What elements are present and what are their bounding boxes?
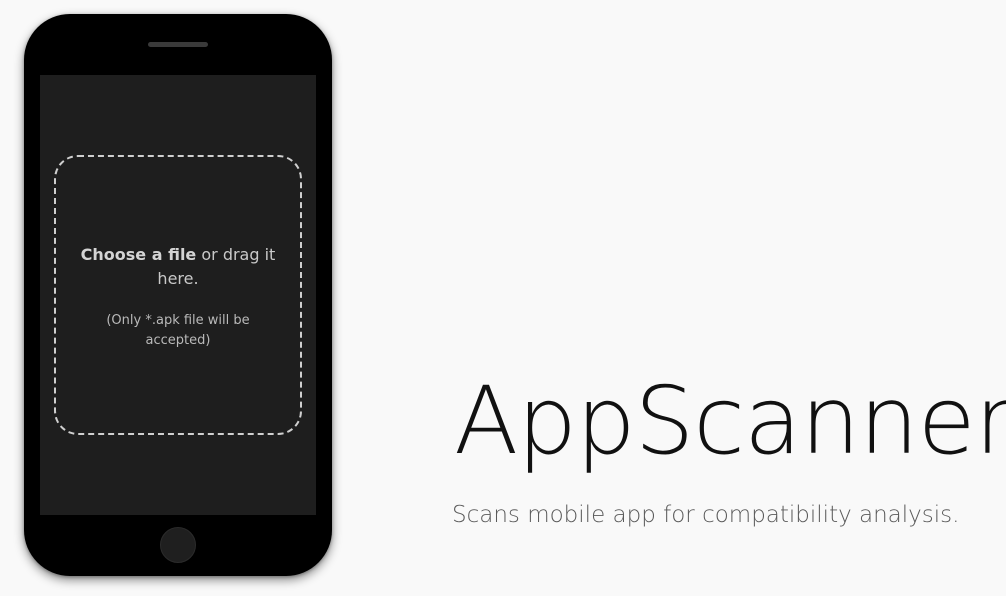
app-title: AppScanner: [454, 367, 1006, 476]
phone-mockup: Choose a file or drag it here. (Only *.a…: [24, 14, 332, 576]
accepted-file-note: (Only *.apk file will be accepted): [106, 313, 250, 348]
file-dropzone[interactable]: Choose a file or drag it here. (Only *.a…: [54, 155, 302, 435]
app-subtitle: Scans mobile app for compatibility analy…: [452, 502, 960, 528]
dropzone-instruction: Choose a file or drag it here.: [70, 243, 286, 291]
phone-screen: Choose a file or drag it here. (Only *.a…: [40, 75, 316, 515]
phone-speaker: [148, 42, 208, 47]
landing-page: Choose a file or drag it here. (Only *.a…: [0, 0, 1006, 596]
home-button-icon[interactable]: [160, 527, 196, 563]
choose-file-link[interactable]: Choose a file: [81, 245, 197, 264]
